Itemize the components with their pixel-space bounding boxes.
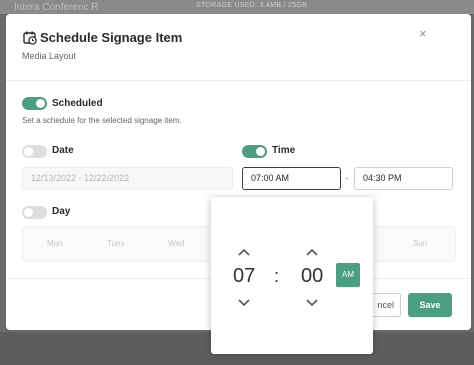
am-pm-toggle-button[interactable]: AM [336, 263, 360, 287]
scheduled-description: Set a schedule for the selected signage … [22, 116, 182, 125]
toggle-knob [256, 147, 265, 156]
minute-increment-chevron-up-icon[interactable] [304, 245, 320, 256]
hour-increment-chevron-up-icon[interactable] [236, 245, 252, 256]
time-separator: - [345, 173, 348, 183]
scheduled-label: Scheduled [52, 98, 103, 109]
hour-decrement-chevron-down-icon[interactable] [236, 294, 252, 307]
modal-header: Schedule Signage Item Media Layout × [6, 14, 471, 81]
date-label: Date [52, 145, 74, 156]
day-wed[interactable]: Wed [168, 239, 184, 248]
save-button[interactable]: Save [408, 293, 452, 317]
toggle-knob [36, 99, 45, 108]
calendar-clock-icon [23, 31, 37, 45]
start-time-input[interactable]: 07:00 AM [242, 167, 341, 190]
time-colon: : [274, 266, 280, 286]
end-time-input[interactable]: 04:30 PM [354, 167, 453, 190]
day-sun[interactable]: Sun [413, 239, 427, 248]
time-picker-popover: 07 : 00 AM [211, 197, 373, 354]
close-icon[interactable]: × [419, 26, 427, 41]
modal-title: Schedule Signage Item [40, 30, 183, 45]
day-toggle[interactable] [22, 206, 47, 219]
day-mon[interactable]: Mon [47, 239, 63, 248]
date-toggle[interactable] [22, 145, 47, 158]
day-label: Day [52, 206, 71, 217]
toggle-knob [24, 208, 33, 217]
hour-value[interactable]: 07 [233, 265, 255, 288]
storage-used-text: STORAGE USED: 3.4MB / 25GB [196, 2, 308, 9]
time-label: Time [272, 145, 296, 156]
modal-subtitle: Media Layout [22, 51, 77, 61]
day-tues[interactable]: Tues [107, 239, 125, 248]
minute-value[interactable]: 00 [301, 265, 323, 288]
time-toggle[interactable] [242, 145, 267, 158]
background-title: Intera Conferenc R [14, 2, 99, 13]
minute-decrement-chevron-down-icon[interactable] [304, 294, 320, 307]
scheduled-toggle[interactable] [22, 97, 47, 110]
toggle-knob [24, 147, 33, 156]
date-range-input[interactable]: 12/13/2022 - 12/22/2022 [22, 167, 233, 190]
